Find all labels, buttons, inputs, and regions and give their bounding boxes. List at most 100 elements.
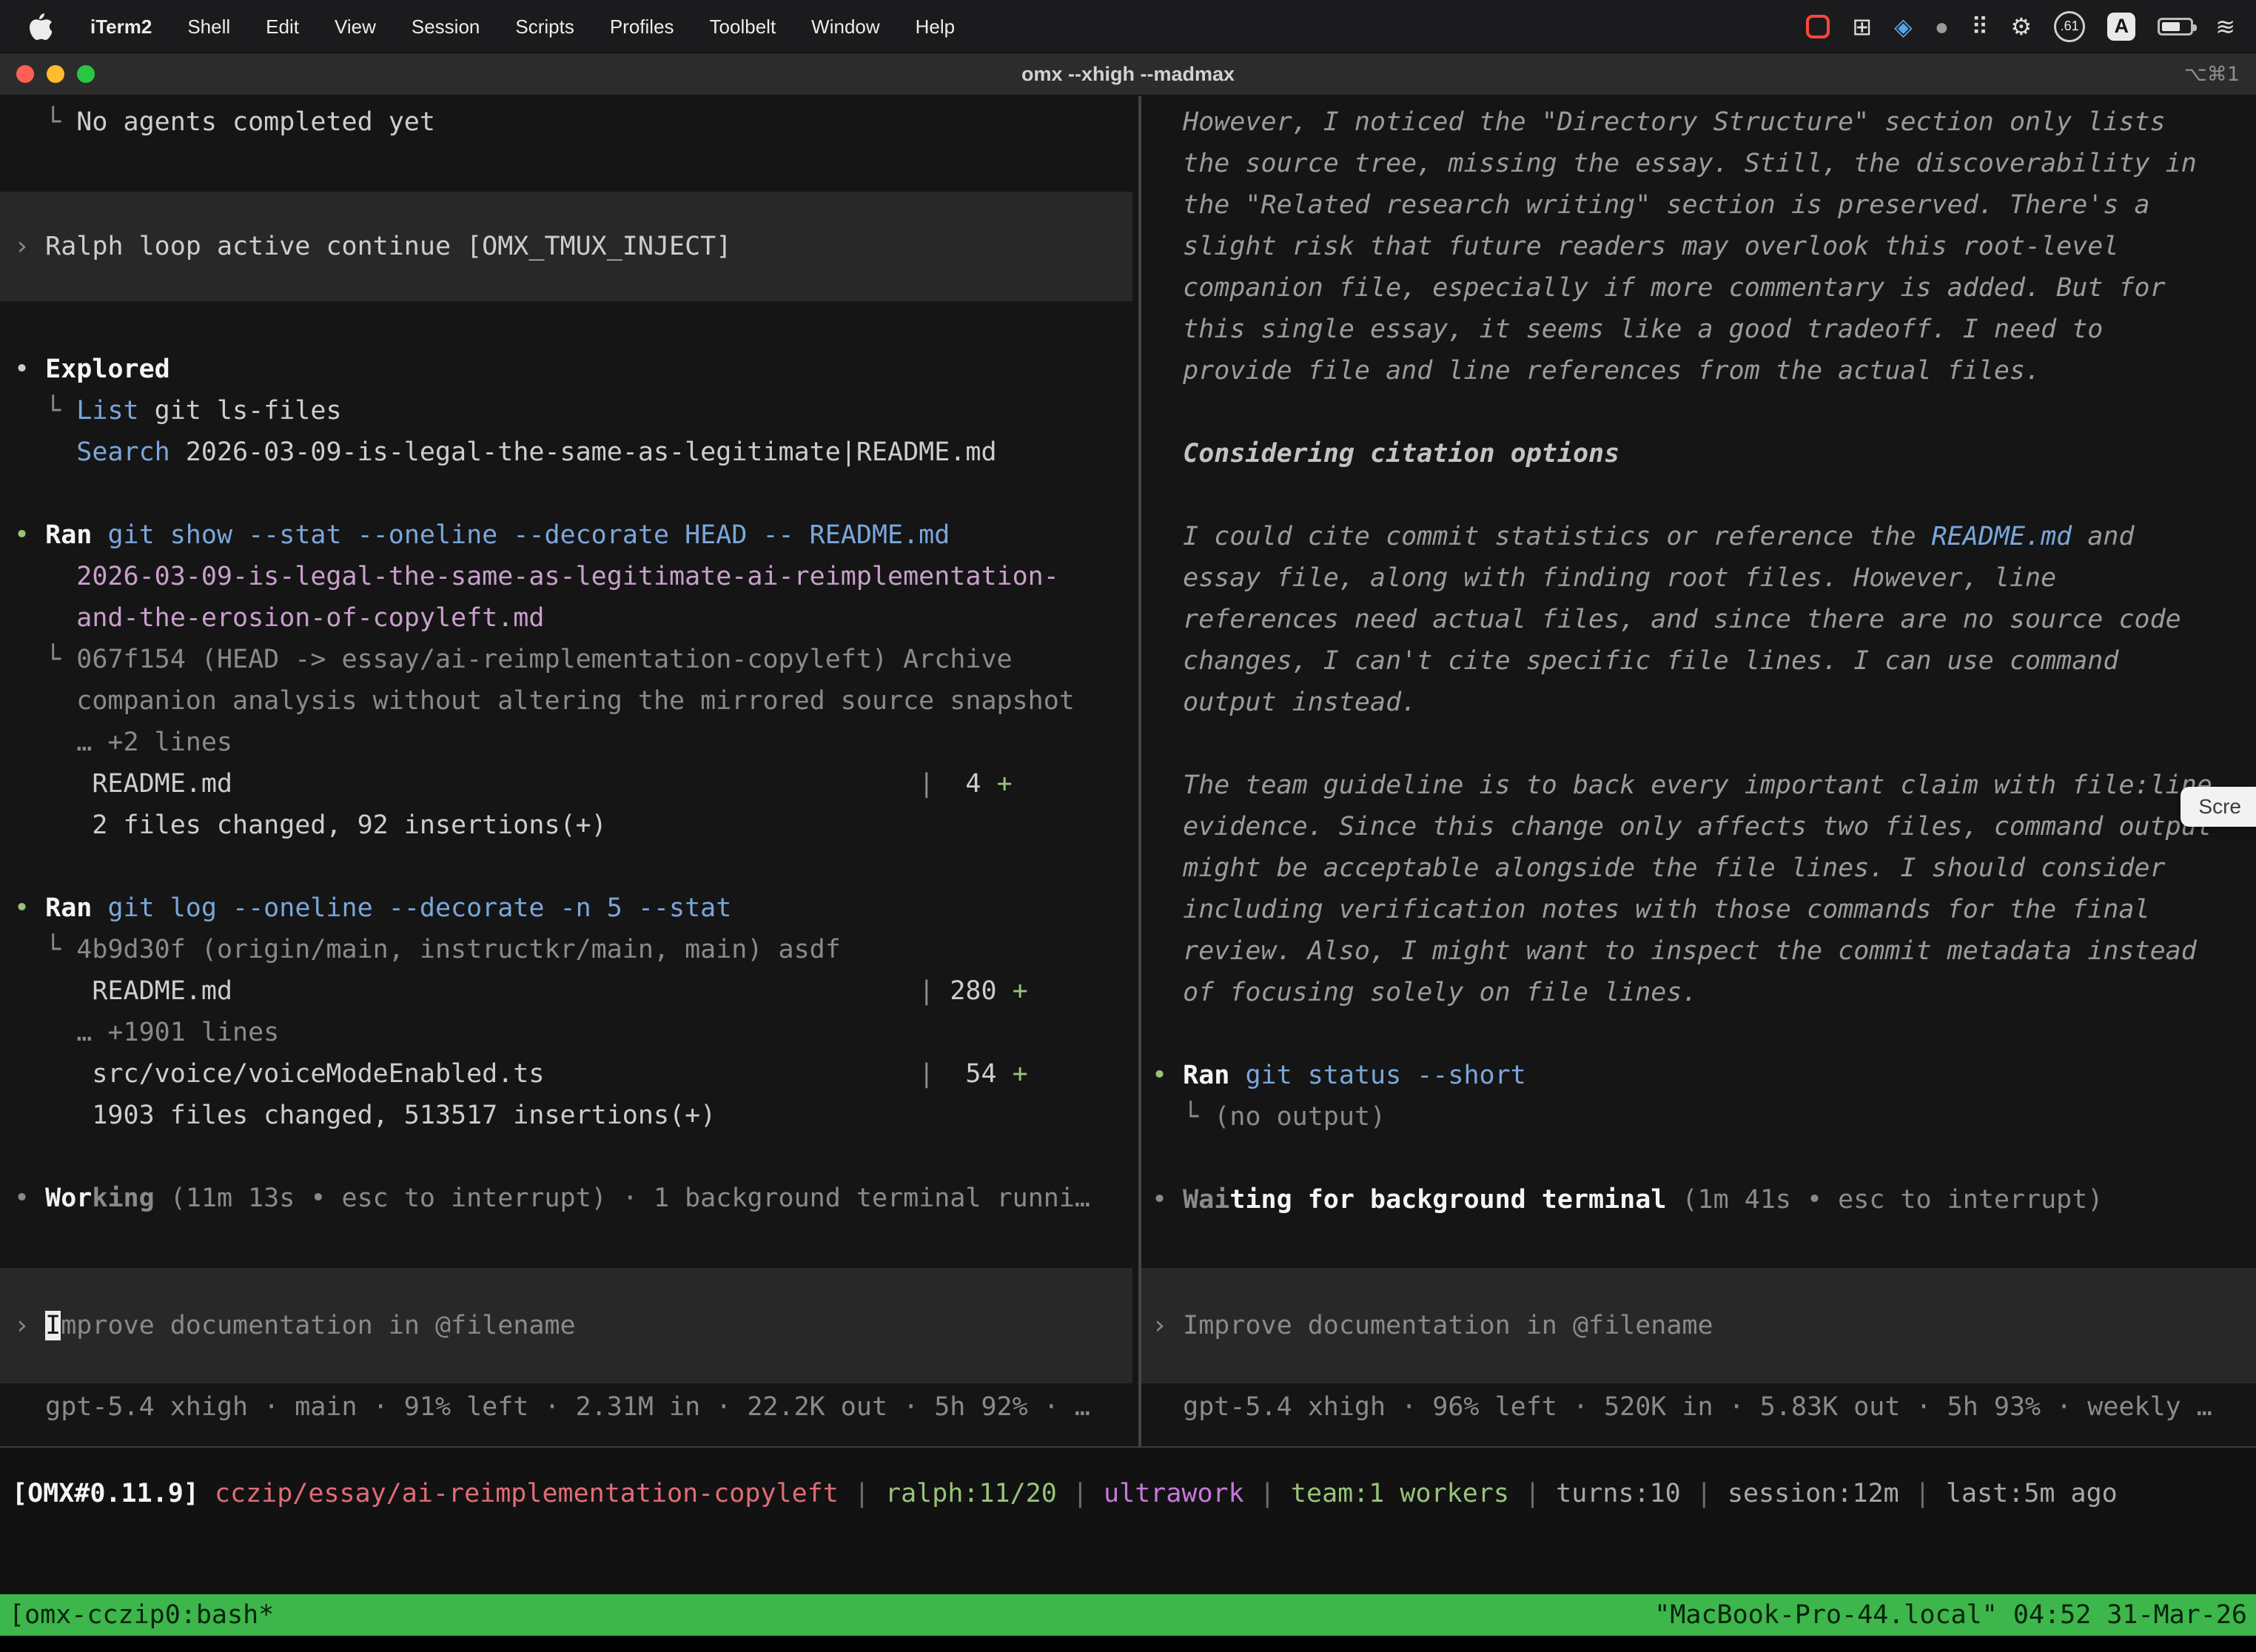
screen-recording-icon[interactable] <box>1806 15 1830 38</box>
text-segment <box>14 437 76 467</box>
terminal-line: README.md | 4 + <box>14 763 1138 805</box>
circle-app-icon[interactable]: ● <box>1935 15 1949 38</box>
text-segment: • <box>14 1183 45 1213</box>
terminal-area: └ No agents completed yet › Ralph loop ac… <box>0 96 2256 1446</box>
text-segment: essay file, along with finding root file… <box>1152 563 2056 593</box>
terminal-pane-left[interactable]: └ No agents completed yet › Ralph loop ac… <box>0 96 1138 1446</box>
text-segment: output instead. <box>1152 688 1417 717</box>
text-segment: › <box>14 1311 45 1340</box>
menu-item-toolbelt[interactable]: Toolbelt <box>692 0 794 53</box>
terminal-line: README.md | 280 + <box>14 970 1138 1012</box>
text-segment: Ran <box>45 893 92 923</box>
omx-status-segment: | <box>1509 1479 1556 1508</box>
terminal-line: of focusing solely on file lines. <box>1152 972 2256 1013</box>
text-segment <box>1229 1061 1245 1090</box>
text-segment: companion analysis without altering the … <box>14 686 1075 716</box>
terminal-line: └ List git ls-files <box>14 390 1138 432</box>
terminal-line: companion file, especially if more comme… <box>1152 267 2256 309</box>
text-segment: 2 files changed, 92 insertions(+) <box>14 810 607 840</box>
battery-cycle-badge[interactable]: .61 <box>2054 11 2085 42</box>
text-segment: • <box>14 893 45 923</box>
window-grid-icon[interactable]: ⊞ <box>1852 15 1872 38</box>
terminal-pane-right[interactable]: However, I noticed the "Directory Struct… <box>1141 96 2256 1446</box>
text-segment: gpt-5.4 xhigh · 96% left · 520K in · 5.8… <box>1152 1392 2212 1422</box>
terminal-blank-line <box>1152 392 2256 433</box>
text-segment: and <box>2072 522 2134 551</box>
terminal-line: changes, I can't cite specific file line… <box>1152 640 2256 682</box>
menu-app-name[interactable]: iTerm2 <box>73 0 169 53</box>
text-segment: └ <box>14 645 76 674</box>
menu-item-session[interactable]: Session <box>394 0 498 53</box>
text-segment: However, I noticed the "Directory Struct… <box>1152 107 2166 137</box>
apple-menu-icon[interactable] <box>0 13 73 40</box>
battery-icon[interactable] <box>2158 18 2193 36</box>
text-segment: └ <box>14 107 76 137</box>
omx-status-segment: ultrawork <box>1104 1479 1244 1508</box>
terminal-line: output instead. <box>1152 682 2256 723</box>
text-segment: the "Related research writing" section i… <box>1152 190 2150 220</box>
water-drop-icon[interactable]: ◈ <box>1894 15 1913 38</box>
text-segment: king <box>92 1183 154 1213</box>
text-segment: + <box>1013 1059 1028 1089</box>
tmux-session-window[interactable]: [omx-cczip0:bash* <box>9 1594 274 1636</box>
minimize-window-button[interactable] <box>47 65 64 83</box>
text-segment: this single essay, it seems like a good … <box>1152 315 2103 344</box>
command-input[interactable]: › Improve documentation in @filename <box>1141 1268 2256 1383</box>
menu-item-edit[interactable]: Edit <box>248 0 317 53</box>
terminal-line: 1903 files changed, 513517 insertions(+) <box>14 1095 1138 1136</box>
text-segment: • <box>14 355 45 384</box>
text-segment: the source tree, missing the essay. Stil… <box>1152 149 2197 178</box>
terminal-line: provide file and line references from th… <box>1152 350 2256 392</box>
terminal-line: └ No agents completed yet <box>14 101 1138 143</box>
tmux-host-clock: "MacBook-Pro-44.local" 04:52 31-Mar-26 <box>1654 1594 2247 1636</box>
menu-item-help[interactable]: Help <box>898 0 973 53</box>
omx-status-segment: team:1 workers <box>1291 1479 1509 1508</box>
menu-item-window[interactable]: Window <box>793 0 897 53</box>
terminal-blank-line <box>1152 1138 2256 1179</box>
text-segment <box>92 893 107 923</box>
text-segment: No agents completed yet <box>76 107 435 137</box>
zoom-window-button[interactable] <box>77 65 95 83</box>
text-segment: README.md <box>14 976 232 1006</box>
gear-icon[interactable]: ⚙ <box>2011 15 2032 38</box>
command-input[interactable]: › Improve documentation in @filename <box>0 1268 1132 1383</box>
menu-item-shell[interactable]: Shell <box>169 0 248 53</box>
text-segment: git show --stat --oneline --decorate HEA… <box>107 520 950 550</box>
text-segment: of focusing solely on file lines. <box>1152 978 1698 1007</box>
menu-bar-status-icons: ⊞ ◈ ● ⠿ ⚙ .61 A ≋ <box>1806 11 2256 42</box>
tmux-status-bar: [omx-cczip0:bash* "MacBook-Pro-44.local"… <box>0 1594 2256 1636</box>
text-segment: List <box>76 396 138 426</box>
window-title: omx --xhigh --madmax <box>1021 63 1235 86</box>
text-segment: └ <box>1152 1102 1214 1132</box>
terminal-blank-line <box>14 1136 1138 1178</box>
menu-item-scripts[interactable]: Scripts <box>497 0 591 53</box>
text-segment: companion file, especially if more comme… <box>1152 273 2166 303</box>
text-segment: • <box>1152 1061 1183 1090</box>
omx-status-segment: ralph:11/20 <box>885 1479 1057 1508</box>
keypad-icon[interactable]: ⠿ <box>1971 15 1988 38</box>
terminal-line: including verification notes with those … <box>1152 889 2256 930</box>
menu-lines-icon[interactable]: ≋ <box>2215 15 2235 38</box>
text-segment: └ <box>14 396 76 426</box>
terminal-line: Search 2026-03-09-is-legal-the-same-as-l… <box>14 432 1138 473</box>
menu-item-profiles[interactable]: Profiles <box>592 0 692 53</box>
screen-sharing-button[interactable]: Scre <box>2181 787 2256 827</box>
terminal-blank-line <box>1152 723 2256 765</box>
terminal-line: • Waiting for background terminal (1m 41… <box>1152 1179 2256 1220</box>
terminal-line: gpt-5.4 xhigh · 96% left · 520K in · 5.8… <box>1152 1386 2256 1428</box>
input-source-icon[interactable]: A <box>2107 13 2135 41</box>
terminal-line: references need actual files, and since … <box>1152 599 2256 640</box>
text-segment: 54 <box>934 1059 1012 1089</box>
text-segment: might be acceptable alongside the file l… <box>1152 853 2166 883</box>
terminal-blank-line <box>1152 1013 2256 1055</box>
text-segment: README.md <box>14 769 232 799</box>
text-segment: └ <box>14 935 76 964</box>
close-window-button[interactable] <box>16 65 34 83</box>
menu-item-view[interactable]: View <box>317 0 394 53</box>
terminal-line: 2 files changed, 92 insertions(+) <box>14 805 1138 846</box>
terminal-line: However, I noticed the "Directory Struct… <box>1152 101 2256 143</box>
terminal-line: I could cite commit statistics or refere… <box>1152 516 2256 557</box>
ralph-loop-banner: › Ralph loop active continue [OMX_TMUX_I… <box>0 192 1132 301</box>
text-segment: I could cite commit statistics or refere… <box>1152 522 1932 551</box>
terminal-blank-line <box>14 846 1138 887</box>
